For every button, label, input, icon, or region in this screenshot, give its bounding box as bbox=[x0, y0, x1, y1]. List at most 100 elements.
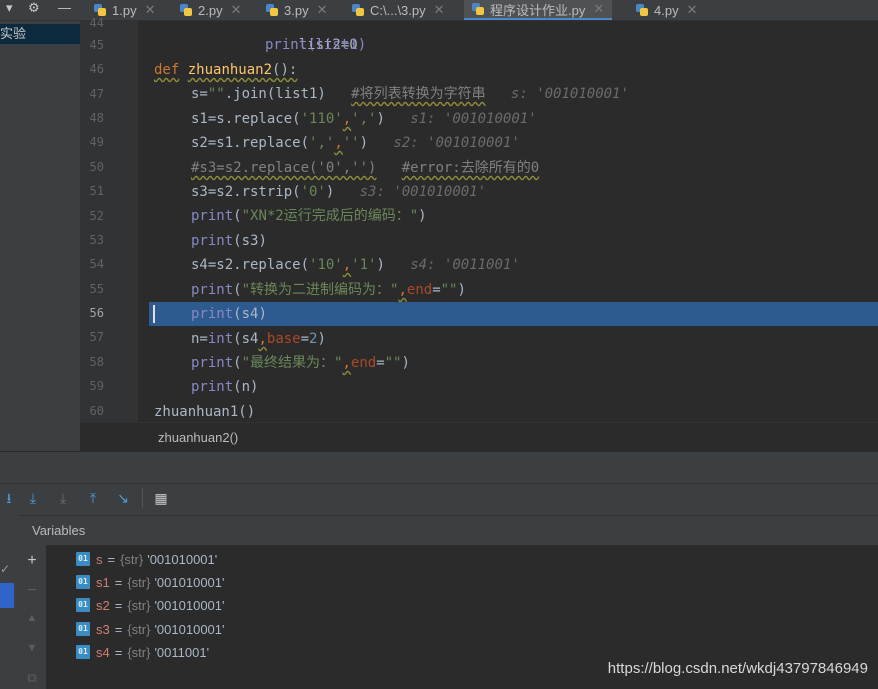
builtin-function: print bbox=[191, 306, 234, 322]
close-icon[interactable]: ✕ bbox=[687, 2, 698, 18]
variable-value: '001010001' bbox=[147, 551, 218, 567]
code-text: (s4) bbox=[233, 306, 267, 322]
close-icon[interactable]: ✕ bbox=[317, 2, 328, 18]
tab-label: 1.py bbox=[112, 2, 137, 18]
code-text: = bbox=[432, 282, 441, 298]
code-line-48: s1=s.replace('110',',') s1: '001010001' bbox=[191, 107, 537, 131]
keyword-argument: end bbox=[350, 355, 377, 371]
python-file-icon bbox=[472, 3, 484, 15]
tab-4-py[interactable]: 4.py ✕ bbox=[636, 0, 697, 20]
code-comment: #error:去除所有的0 bbox=[401, 160, 540, 176]
line-number: 47 bbox=[89, 87, 104, 101]
string-variable-icon: 01 bbox=[76, 645, 90, 659]
copy-icon[interactable]: ⧉ bbox=[18, 670, 46, 686]
code-comment: #s3=s2.replace('0','') bbox=[191, 160, 377, 176]
add-watch-icon[interactable]: + bbox=[18, 552, 46, 570]
breadcrumb-item[interactable]: zhuanhuan2() bbox=[158, 430, 238, 445]
variable-row[interactable]: 01 s = {str} '001010001' bbox=[76, 549, 217, 569]
tab-label: 程序设计作业.py bbox=[490, 2, 586, 18]
code-text: , bbox=[334, 135, 343, 151]
step-into-my-code-icon[interactable]: ⤓ bbox=[54, 488, 72, 508]
builtin-function: print bbox=[191, 233, 234, 249]
move-up-icon[interactable]: ▲ bbox=[18, 612, 46, 624]
close-icon[interactable]: ✕ bbox=[434, 2, 445, 18]
code-text: print(list1) bbox=[265, 37, 367, 53]
code-text: , bbox=[398, 282, 407, 298]
code-text: (n) bbox=[233, 379, 259, 395]
watermark-url: https://blog.csdn.net/wkdj43797846949 bbox=[607, 660, 868, 677]
evaluate-expression-icon[interactable]: ▦ bbox=[152, 488, 170, 508]
inline-debug-value: s4: '0011001' bbox=[410, 257, 520, 273]
tab-2-py[interactable]: 2.py ✕ bbox=[180, 0, 241, 20]
variable-type: {str} bbox=[127, 621, 151, 637]
inline-debug-value: s: '001010001' bbox=[510, 86, 629, 102]
tab-program-design[interactable]: 程序设计作业.py ✕ bbox=[464, 0, 613, 20]
project-tree-item[interactable]: 实验 bbox=[0, 24, 80, 44]
code-line-45: print(list1) bbox=[265, 33, 366, 57]
tab-c-3-py[interactable]: C:\...\3.py ✕ bbox=[352, 0, 445, 20]
code-line-53: print(s3) bbox=[191, 229, 267, 253]
variable-row[interactable]: 01 s1 = {str} '001010001' bbox=[76, 572, 225, 592]
step-into-icon[interactable]: ⤓ bbox=[24, 488, 42, 508]
code-text: s2=s1.replace( bbox=[191, 135, 310, 151]
remove-watch-icon[interactable]: − bbox=[18, 582, 46, 600]
code-line-55: print("转换为二进制编码为：",end="") bbox=[191, 278, 466, 302]
code-text: ( bbox=[233, 355, 242, 371]
inline-debug-value: s3: '001010001' bbox=[359, 184, 487, 200]
variable-value: '001010001' bbox=[154, 597, 225, 613]
minimize-icon[interactable]: — bbox=[58, 0, 71, 18]
tab-label: 4.py bbox=[654, 2, 679, 18]
builtin-function: print bbox=[191, 355, 234, 371]
code-line-46: def zhuanhuan2(): bbox=[154, 58, 297, 82]
line-number: 55 bbox=[89, 282, 104, 296]
variable-row[interactable]: 01 s4 = {str} '0011001' bbox=[76, 642, 209, 662]
run-to-cursor-icon[interactable]: ↘ bbox=[114, 488, 132, 508]
code-line-47: s="".join(list1) #将列表转换为字符串 s: '00101000… bbox=[191, 82, 629, 106]
move-down-icon[interactable]: ▼ bbox=[18, 642, 46, 654]
keyword: def bbox=[154, 62, 180, 78]
code-line-44: list2=0 bbox=[265, 21, 358, 53]
dropdown-icon[interactable]: ▾ bbox=[6, 0, 13, 18]
code-line-51: s3=s2.rstrip('0') s3: '001010001' bbox=[191, 180, 486, 204]
string-variable-icon: 01 bbox=[76, 598, 90, 612]
inline-debug-value: s2: '001010001' bbox=[393, 135, 520, 151]
keyword-argument: end bbox=[406, 282, 433, 298]
code-comment: #将列表转换为字符串 bbox=[351, 86, 486, 102]
line-number: 59 bbox=[89, 379, 104, 393]
string-literal: "最终结果为：" bbox=[241, 355, 343, 371]
step-out-icon[interactable]: ⤒ bbox=[84, 488, 102, 508]
code-text: ) bbox=[376, 111, 385, 127]
close-icon[interactable]: ✕ bbox=[145, 2, 156, 18]
python-file-icon bbox=[266, 4, 278, 16]
code-text: (): bbox=[272, 62, 298, 78]
tab-label: 2.py bbox=[198, 2, 223, 18]
variable-eq: = bbox=[114, 644, 123, 660]
frame-check-icon: ✓ bbox=[0, 562, 11, 576]
variable-eq: = bbox=[114, 597, 123, 613]
close-icon[interactable]: ✕ bbox=[593, 1, 604, 17]
code-text: = bbox=[300, 331, 310, 347]
python-file-icon bbox=[636, 4, 648, 16]
toolbar-divider bbox=[142, 488, 143, 508]
variable-type: {str} bbox=[127, 574, 151, 590]
code-text: ) bbox=[401, 355, 410, 371]
code-line-49: s2=s1.replace(',','') s2: '001010001' bbox=[191, 131, 520, 155]
variable-name: s3 bbox=[96, 621, 110, 637]
selected-frame[interactable] bbox=[0, 583, 14, 608]
variable-value: '001010001' bbox=[154, 574, 225, 590]
code-line-56: print(s4) bbox=[191, 302, 267, 326]
string-literal: '110' bbox=[300, 111, 343, 127]
variable-row[interactable]: 01 s3 = {str} '001010001' bbox=[76, 619, 225, 639]
gear-icon[interactable]: ⚙ bbox=[28, 0, 40, 18]
string-literal: ',' bbox=[351, 111, 377, 127]
variable-row[interactable]: 01 s2 = {str} '001010001' bbox=[76, 595, 225, 615]
close-icon[interactable]: ✕ bbox=[231, 2, 242, 18]
step-over-icon[interactable]: ⭳ bbox=[0, 488, 18, 508]
code-text: , bbox=[342, 257, 352, 273]
tab-label: C:\...\3.py bbox=[370, 2, 426, 18]
line-number: 60 bbox=[89, 404, 104, 418]
tab-3-py[interactable]: 3.py ✕ bbox=[266, 0, 327, 20]
code-text: (s3) bbox=[233, 233, 267, 249]
line-number: 53 bbox=[89, 233, 104, 247]
string-literal: '' bbox=[342, 135, 360, 151]
